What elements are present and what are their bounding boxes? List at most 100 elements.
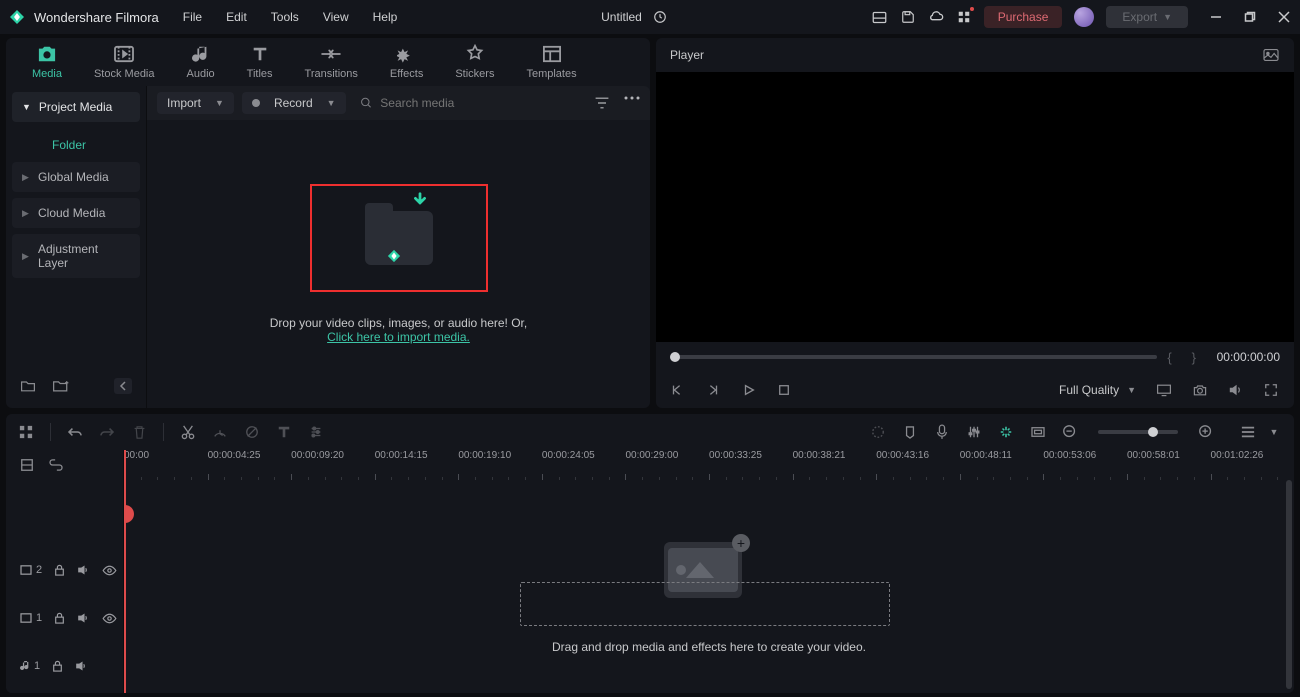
import-dropdown[interactable]: Import▼ xyxy=(157,92,234,114)
track-v1[interactable]: 1 xyxy=(6,594,123,642)
link-icon[interactable] xyxy=(48,459,64,471)
tab-templates[interactable]: Templates xyxy=(516,40,586,84)
display-icon[interactable] xyxy=(1156,383,1172,397)
crop-icon[interactable] xyxy=(244,425,260,439)
app-name: Wondershare Filmora xyxy=(34,10,159,25)
delete-icon[interactable] xyxy=(131,425,147,440)
history-icon[interactable] xyxy=(652,9,668,25)
player-scrubber[interactable] xyxy=(670,355,1157,359)
visibility-icon[interactable] xyxy=(102,565,117,576)
lock-icon[interactable] xyxy=(52,660,63,672)
render-icon[interactable] xyxy=(870,425,886,439)
lock-icon[interactable] xyxy=(54,564,65,576)
ruler[interactable]: 00:0000:00:04:2500:00:09:2000:00:14:1500… xyxy=(124,450,1294,480)
mute-icon[interactable] xyxy=(75,660,88,672)
search-icon xyxy=(360,96,373,110)
sidebar-adjustment-layer[interactable]: ▶Adjustment Layer xyxy=(12,234,140,278)
export-button[interactable]: Export▼ xyxy=(1106,6,1188,28)
tab-titles[interactable]: Titles xyxy=(237,40,283,84)
snapshot-icon[interactable] xyxy=(1262,48,1280,62)
media-search[interactable] xyxy=(354,96,586,110)
tab-stickers[interactable]: Stickers xyxy=(445,40,504,84)
save-icon[interactable] xyxy=(900,9,916,25)
marker-icon[interactable] xyxy=(902,425,918,440)
apps-icon[interactable] xyxy=(956,9,972,25)
tracks-view-icon[interactable] xyxy=(1240,425,1256,439)
more-icon[interactable] xyxy=(624,96,640,110)
mic-icon[interactable] xyxy=(934,424,950,440)
sidebar-global-media[interactable]: ▶Global Media xyxy=(12,162,140,192)
volume-icon[interactable] xyxy=(1228,383,1244,397)
undo-icon[interactable] xyxy=(67,426,83,438)
close-icon[interactable] xyxy=(1276,9,1292,25)
visibility-icon[interactable] xyxy=(102,613,117,624)
add-media-icon[interactable]: + xyxy=(732,534,750,552)
timeline-grid-icon[interactable] xyxy=(20,458,34,472)
quality-dropdown[interactable]: Full Quality▼ xyxy=(1059,383,1136,397)
play-icon[interactable] xyxy=(742,383,758,397)
zoom-in-icon[interactable] xyxy=(1198,424,1214,440)
sidebar-cloud-media[interactable]: ▶Cloud Media xyxy=(12,198,140,228)
fullscreen-icon[interactable] xyxy=(1264,383,1280,397)
player-title: Player xyxy=(670,48,704,62)
zoom-out-icon[interactable] xyxy=(1062,424,1078,440)
sidebar-folder[interactable]: Folder xyxy=(12,128,140,162)
maximize-icon[interactable] xyxy=(1242,9,1258,25)
player-viewport[interactable] xyxy=(656,72,1294,342)
prev-frame-icon[interactable] xyxy=(670,383,686,397)
timeline-scrollbar[interactable] xyxy=(1286,480,1292,689)
tab-effects[interactable]: Effects xyxy=(380,40,433,84)
mixer-icon[interactable] xyxy=(966,425,982,439)
sidebar-project-media[interactable]: ▼Project Media xyxy=(12,92,140,122)
media-drop-area[interactable]: Drop your video clips, images, or audio … xyxy=(147,120,650,408)
tab-media[interactable]: Media xyxy=(22,40,72,84)
menu-help[interactable]: Help xyxy=(373,10,398,24)
mute-icon[interactable] xyxy=(77,612,90,624)
frame-icon[interactable] xyxy=(1030,426,1046,438)
track-a1[interactable]: 1 xyxy=(6,642,123,690)
tab-audio[interactable]: Audio xyxy=(177,40,225,84)
minimize-icon[interactable] xyxy=(1208,9,1224,25)
search-input[interactable] xyxy=(380,96,586,110)
sidebar-collapse-icon[interactable] xyxy=(114,378,132,394)
grid-icon[interactable] xyxy=(18,425,34,439)
stop-icon[interactable] xyxy=(778,384,794,396)
timeline-body[interactable]: 00:0000:00:04:2500:00:09:2000:00:14:1500… xyxy=(124,450,1294,693)
timeline-drop-zone[interactable] xyxy=(520,582,890,626)
tracks-view-chevron-icon[interactable]: ▼ xyxy=(1266,427,1282,437)
ruler-tick: 00:00:24:05 xyxy=(542,450,626,480)
text-icon[interactable] xyxy=(276,425,292,439)
user-avatar[interactable] xyxy=(1074,7,1094,27)
filter-icon[interactable] xyxy=(594,96,610,110)
menu-file[interactable]: File xyxy=(183,10,202,24)
import-drop-target[interactable] xyxy=(310,184,488,292)
cloud-icon[interactable] xyxy=(928,9,944,25)
mute-icon[interactable] xyxy=(77,564,90,576)
layout-icon[interactable] xyxy=(872,9,888,25)
folder-icon[interactable] xyxy=(20,379,36,393)
adjust-icon[interactable] xyxy=(308,425,324,439)
folder-add-icon[interactable] xyxy=(52,379,70,393)
import-media-link[interactable]: Click here to import media. xyxy=(327,330,470,344)
zoom-slider[interactable] xyxy=(1098,430,1178,434)
menu-tools[interactable]: Tools xyxy=(271,10,299,24)
redo-icon[interactable] xyxy=(99,426,115,438)
menu-view[interactable]: View xyxy=(323,10,349,24)
lock-icon[interactable] xyxy=(54,612,65,624)
tab-stock-media[interactable]: Stock Media xyxy=(84,40,165,84)
playhead[interactable] xyxy=(124,450,126,693)
menu-edit[interactable]: Edit xyxy=(226,10,247,24)
cut-icon[interactable] xyxy=(180,424,196,440)
mark-in-icon[interactable]: { xyxy=(1167,350,1171,365)
mark-out-icon[interactable]: } xyxy=(1192,350,1196,365)
record-dropdown[interactable]: Record▼ xyxy=(242,92,346,114)
track-headers: 2 1 1 xyxy=(6,450,124,693)
camera-icon[interactable] xyxy=(1192,383,1208,397)
auto-icon[interactable] xyxy=(998,425,1014,439)
tab-transitions[interactable]: Transitions xyxy=(295,40,368,84)
ruler-tick: 00:00:04:25 xyxy=(208,450,292,480)
track-v2[interactable]: 2 xyxy=(6,546,123,594)
purchase-button[interactable]: Purchase xyxy=(984,6,1063,28)
speed-icon[interactable] xyxy=(212,425,228,439)
next-frame-icon[interactable] xyxy=(706,383,722,397)
